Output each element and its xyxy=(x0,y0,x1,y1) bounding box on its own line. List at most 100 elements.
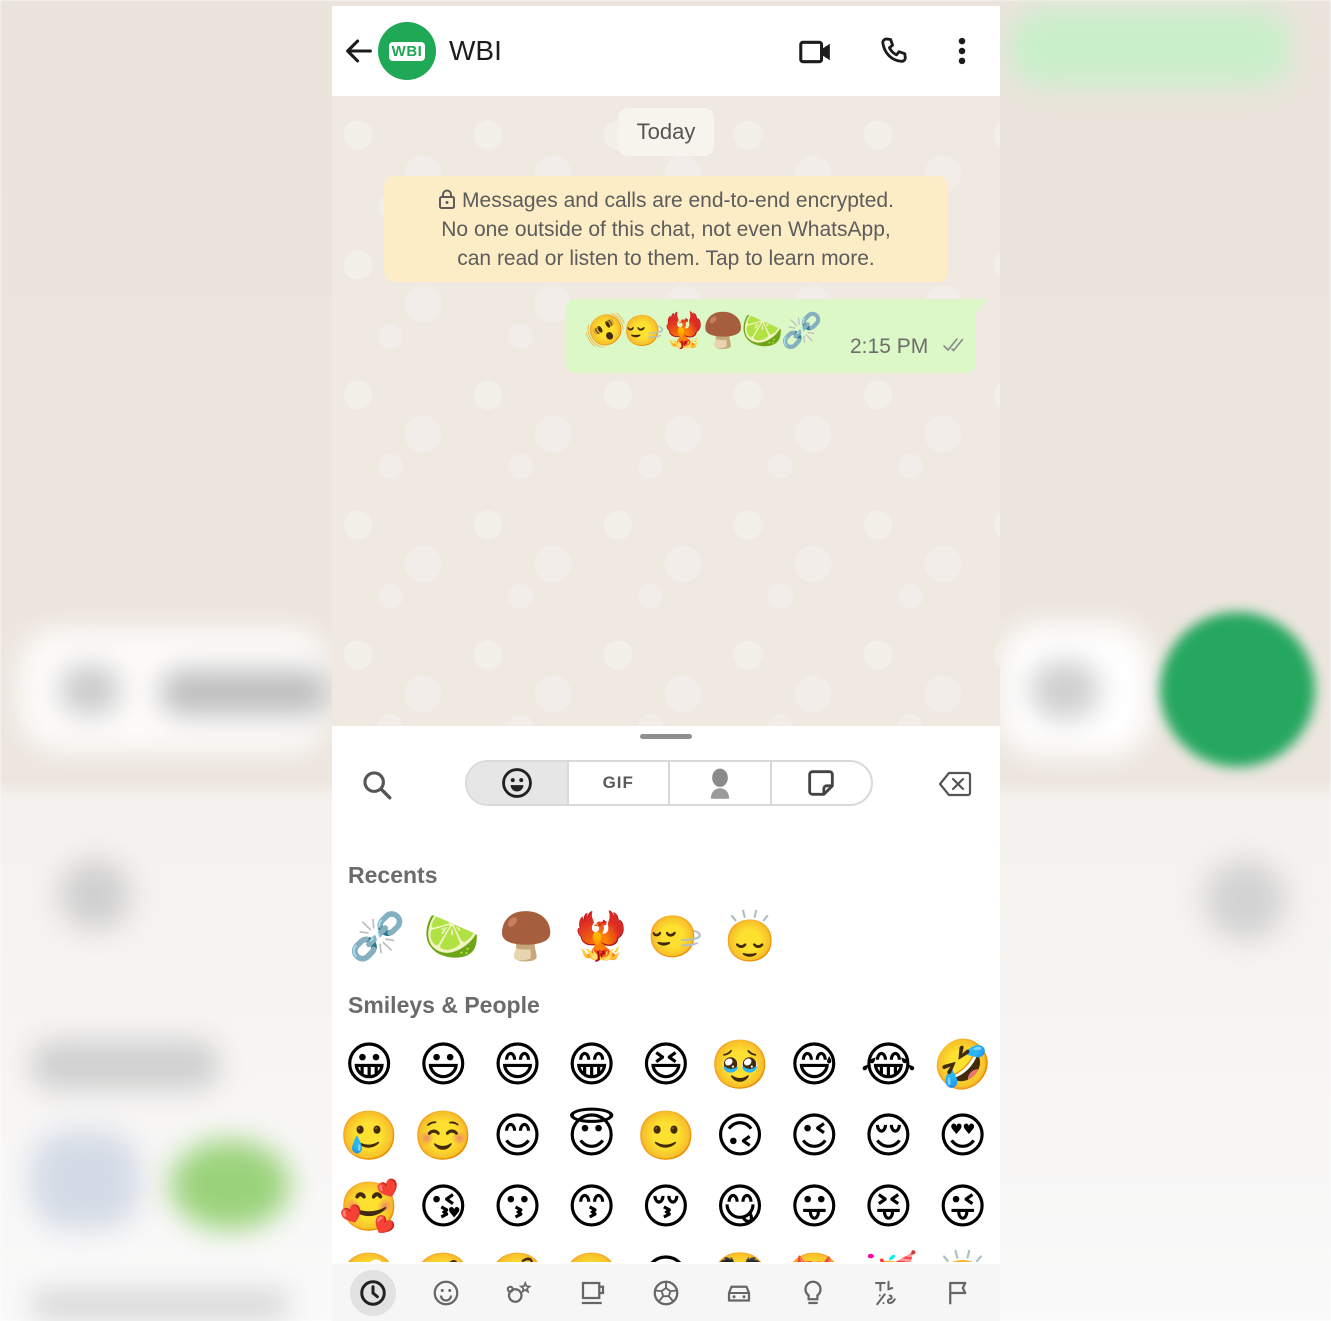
tab-stickers[interactable] xyxy=(772,762,872,804)
category-smileys[interactable] xyxy=(423,1270,469,1316)
smiley-icon xyxy=(501,768,532,798)
emoji-button[interactable]: 🙃 xyxy=(703,1101,777,1172)
cup-icon xyxy=(581,1281,604,1304)
emoji-button[interactable]: 😋 xyxy=(703,1172,777,1243)
car-icon xyxy=(728,1285,751,1302)
date-chip: Today xyxy=(618,108,714,156)
blurred-emoji xyxy=(30,1130,140,1230)
emoji-button[interactable]: 😄 xyxy=(480,1030,554,1101)
video-call-icon[interactable] xyxy=(798,34,834,70)
blurred-backspace-icon xyxy=(1205,860,1285,940)
message-timestamp: 2:15 PM xyxy=(850,335,929,358)
emoji-button[interactable]: 🥰 xyxy=(332,1172,406,1243)
recents-row: ⛓️‍💥 🍋‍🟩 🍄‍🟫 🐦‍🔥 🙂‍↔️ 🙂‍↕️ xyxy=(340,904,787,968)
emoji-button[interactable]: 😛 xyxy=(777,1172,851,1243)
emoji-button[interactable]: 😆 xyxy=(629,1030,703,1101)
emoji-button[interactable]: 😍 xyxy=(926,1101,1000,1172)
emoji-button[interactable]: 🙂 xyxy=(629,1101,703,1172)
back-arrow-icon[interactable] xyxy=(342,34,376,68)
emoji-button[interactable]: 🥳 xyxy=(851,1243,925,1262)
emoji-panel: GIF Recents ⛓️‍💥 🍋‍🟩 🍄‍🟫 xyxy=(332,726,1000,1321)
emoji-button[interactable]: 😌 xyxy=(851,1101,925,1172)
blurred-message-bubble xyxy=(1010,10,1290,85)
smileys-grid: 😀😃😄😁😆🥹😅😂🤣 🥲☺️😊😇🙂🙃😉😌😍 🥰😘😗😙😚😋😛😝😜 🤪🤨🧐🤓😎🥸🤩🥳🙂‍↕️ xyxy=(332,1030,1000,1262)
category-recent[interactable] xyxy=(349,1269,396,1316)
emoji-button[interactable]: 🍋‍🟩 xyxy=(415,904,490,968)
symbols-icon xyxy=(874,1280,896,1305)
ball-icon xyxy=(653,1280,679,1305)
whatsapp-chat-screen: WBI WBI Today Messages and calls are end… xyxy=(332,6,1000,1321)
blurred-keyboard-icon xyxy=(60,665,120,715)
blurred-message-text xyxy=(160,670,330,715)
emoji-button[interactable]: 😘 xyxy=(406,1172,480,1243)
backspace-icon[interactable] xyxy=(938,770,972,798)
encryption-text-1: Messages and calls are end-to-end encryp… xyxy=(462,189,894,212)
emoji-button[interactable]: 😅 xyxy=(777,1030,851,1101)
emoji-button[interactable]: 😉 xyxy=(777,1101,851,1172)
chat-header: WBI WBI xyxy=(332,6,1000,96)
drag-handle[interactable] xyxy=(640,734,692,739)
read-ticks-icon xyxy=(943,338,964,352)
search-icon[interactable] xyxy=(360,768,394,802)
lock-icon xyxy=(439,189,456,209)
emoji-button[interactable]: 🥲 xyxy=(332,1101,406,1172)
emoji-button[interactable]: 😀 xyxy=(332,1030,406,1101)
emoji-button[interactable]: 😙 xyxy=(555,1172,629,1243)
emoji-button[interactable]: 🤪 xyxy=(332,1243,406,1262)
emoji-button[interactable]: 🥹 xyxy=(703,1030,777,1101)
contact-name[interactable]: WBI xyxy=(449,35,502,67)
emoji-button[interactable]: 🤩 xyxy=(777,1243,851,1262)
emoji-button[interactable]: 😂 xyxy=(851,1030,925,1101)
tab-gif[interactable]: GIF xyxy=(569,762,670,804)
emoji-button[interactable]: 😚 xyxy=(629,1172,703,1243)
bear-icon xyxy=(507,1280,532,1303)
blurred-camera-icon xyxy=(1030,660,1100,720)
tab-avatar[interactable] xyxy=(670,762,772,804)
category-animals[interactable] xyxy=(496,1270,542,1316)
emoji-button[interactable]: 🥸 xyxy=(703,1243,777,1262)
encryption-text-2: No one outside of this chat, not even Wh… xyxy=(441,218,891,241)
encryption-notice-line-1: Messages and calls are end-to-end encryp… xyxy=(384,186,948,215)
chat-messages-area[interactable]: Today Messages and calls are end-to-end … xyxy=(332,96,1000,808)
blurred-recents-label xyxy=(30,1040,220,1090)
emoji-button[interactable]: 😇 xyxy=(555,1101,629,1172)
category-objects[interactable] xyxy=(790,1270,836,1316)
emoji-button[interactable]: 😎 xyxy=(629,1243,703,1262)
category-flags[interactable] xyxy=(936,1270,982,1316)
more-options-icon[interactable] xyxy=(950,34,974,68)
emoji-button[interactable]: 🤓 xyxy=(555,1243,629,1262)
emoji-button[interactable]: 🤣 xyxy=(926,1030,1000,1101)
avatar-text: WBI xyxy=(388,41,426,61)
smiley-icon xyxy=(433,1280,459,1305)
emoji-button[interactable]: 🧐 xyxy=(480,1243,554,1262)
emoji-button[interactable]: 🐦‍🔥 xyxy=(564,904,639,968)
emoji-button[interactable]: 🙂‍↕️ xyxy=(713,904,788,968)
blurred-label xyxy=(30,1290,290,1320)
outgoing-message-bubble[interactable]: 🫨🙂‍↔️🐦‍🔥🍄‍🟫🍋‍🟩⛓️‍💥 2:15 PM xyxy=(566,299,988,373)
emoji-button[interactable]: 😝 xyxy=(851,1172,925,1243)
tab-emoji[interactable] xyxy=(467,762,569,804)
emoji-button[interactable]: 😗 xyxy=(480,1172,554,1243)
smileys-people-label: Smileys & People xyxy=(348,992,540,1018)
voice-call-icon[interactable] xyxy=(877,34,911,68)
avatar[interactable]: WBI xyxy=(378,22,436,80)
emoji-button[interactable]: 🤨 xyxy=(406,1243,480,1262)
emoji-button[interactable]: 😃 xyxy=(406,1030,480,1101)
emoji-button[interactable]: 🙂‍↕️ xyxy=(926,1243,1000,1262)
category-food[interactable] xyxy=(570,1270,616,1316)
category-activity[interactable] xyxy=(643,1270,689,1316)
clock-icon xyxy=(359,1279,386,1306)
gif-label: GIF xyxy=(602,773,634,792)
encryption-notice[interactable]: Messages and calls are end-to-end encryp… xyxy=(384,176,948,282)
emoji-button[interactable]: 😜 xyxy=(926,1172,1000,1243)
emoji-button[interactable]: ⛓️‍💥 xyxy=(340,904,415,968)
category-symbols[interactable] xyxy=(863,1270,909,1316)
emoji-button[interactable]: 🍄‍🟫 xyxy=(489,904,564,968)
emoji-button[interactable]: 😊 xyxy=(480,1101,554,1172)
emoji-button[interactable]: 😁 xyxy=(555,1030,629,1101)
sticker-icon xyxy=(808,770,834,796)
message-emojis: 🫨🙂‍↔️🐦‍🔥🍄‍🟫🍋‍🟩⛓️‍💥 xyxy=(584,312,823,350)
emoji-button[interactable]: ☺️ xyxy=(406,1101,480,1172)
emoji-button[interactable]: 🙂‍↔️ xyxy=(638,904,713,968)
category-travel[interactable] xyxy=(716,1270,762,1316)
